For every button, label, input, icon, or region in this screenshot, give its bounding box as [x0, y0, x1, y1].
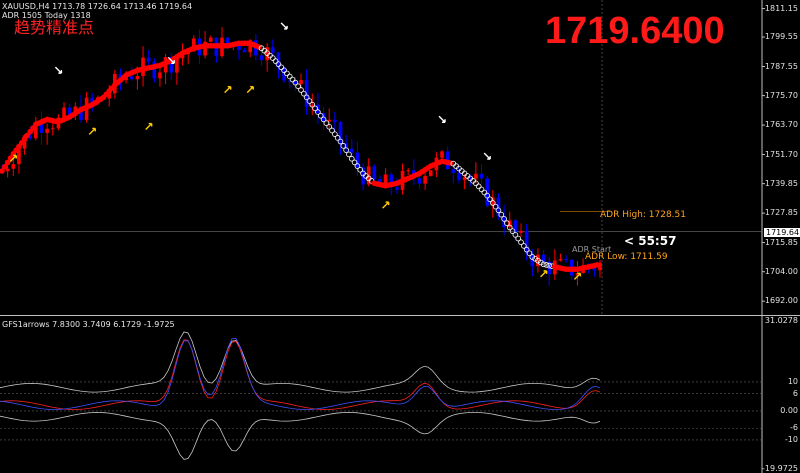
candle-body	[146, 57, 151, 62]
indicator-tick-label: 10	[787, 376, 798, 386]
candle-body	[45, 128, 49, 133]
candle-body	[440, 151, 444, 158]
candle-body	[355, 152, 360, 168]
candle-body	[558, 259, 563, 261]
candle-body	[513, 220, 518, 233]
subwindow-label: GFS1arrows 7.8300 3.7409 6.1729 -1.9725	[2, 320, 175, 329]
candle-body	[474, 173, 478, 179]
candle-body	[366, 166, 371, 185]
symbol-header: XAUUSD,H4 1713.78 1726.64 1713.46 1719.6…	[2, 2, 193, 11]
price-tick-label: 1704.00	[764, 266, 798, 276]
indicator-title: 趋势精准点	[14, 18, 95, 37]
indicator-tick-label: 6	[792, 388, 798, 398]
trend-dot-down	[478, 186, 485, 193]
oscillator-line	[0, 411, 601, 460]
price-tick-label: 1739.85	[764, 178, 798, 188]
sell-arrow-icon	[280, 22, 288, 30]
buy-arrow-icon	[540, 270, 548, 278]
sell-arrow-icon	[438, 115, 446, 123]
price-tick-label: 1775.70	[764, 90, 798, 100]
indicator-tick-label: -19.9725	[762, 463, 798, 473]
candle-body	[333, 119, 337, 123]
candle-body	[5, 168, 10, 172]
candle-body	[242, 49, 247, 53]
chart-canvas	[0, 0, 800, 473]
buy-arrow-icon	[145, 122, 153, 131]
oscillator-line	[0, 331, 601, 393]
candle-body	[524, 230, 529, 254]
sell-arrow-icon	[54, 66, 63, 74]
oscillator-line	[0, 337, 601, 410]
price-tick-label: 1811.15	[764, 3, 798, 13]
adr-start-label: ADR Start	[572, 245, 612, 254]
candle-body	[158, 72, 162, 79]
current-price-tag: 1719.64	[764, 228, 800, 237]
candle-body	[208, 37, 213, 42]
price-tick-label: 1751.70	[764, 149, 798, 159]
buy-arrow-icon	[382, 201, 390, 209]
candle-body	[50, 128, 55, 130]
chart-window: XAUUSD,H4 1713.78 1726.64 1713.46 1719.6…	[0, 0, 800, 473]
candle-body	[406, 170, 410, 172]
candle-body	[11, 164, 16, 169]
candle-body	[423, 175, 427, 184]
price-tick-label: 1763.70	[764, 120, 798, 130]
candle-body	[316, 104, 320, 114]
buy-arrow-icon	[88, 127, 96, 135]
candle-body	[270, 47, 275, 53]
indicator-tick-label: 0.00	[780, 405, 798, 415]
trend-dot-down	[346, 151, 352, 158]
price-tick-label: 1787.55	[764, 61, 798, 71]
trend-dot-down	[286, 73, 293, 80]
candle-body	[564, 259, 568, 261]
candle-body	[383, 174, 388, 184]
candle-body	[259, 55, 264, 61]
trend-dot-down	[289, 76, 296, 83]
buy-arrow-icon	[246, 85, 254, 94]
price-tick-label: 1799.55	[764, 32, 798, 42]
candle-body	[299, 79, 303, 85]
indicator-tick-label: -6	[790, 423, 798, 433]
adr-high-label: ADR High: 1728.51	[600, 210, 686, 220]
buy-arrow-icon	[224, 85, 232, 94]
indicator-tick-label: 31.0278	[764, 315, 798, 325]
oscillator-line	[0, 339, 601, 410]
big-price-display: 1719.6400	[545, 10, 725, 52]
candle-timer: < 55:57	[624, 234, 677, 248]
candle-body	[372, 166, 377, 179]
candle-body	[129, 76, 134, 80]
candle-body	[485, 178, 489, 206]
candle-body	[349, 148, 354, 153]
trend-dot-up	[594, 262, 600, 268]
sell-arrow-icon	[483, 152, 491, 160]
candle-body	[519, 230, 523, 233]
candle-body	[428, 170, 433, 176]
trend-dot-down	[475, 183, 482, 190]
candle-body	[395, 187, 399, 190]
candle-body	[135, 75, 140, 80]
indicator-tick-label: -10	[784, 434, 798, 444]
price-tick-label: 1715.85	[764, 237, 798, 247]
price-tick-label: 1692.00	[764, 296, 798, 306]
candle-body	[417, 177, 422, 184]
candle-body	[451, 169, 456, 173]
price-tick-label: 1727.85	[764, 208, 798, 218]
trend-dot-up	[255, 44, 262, 50]
candle-body	[479, 173, 484, 179]
candle-body	[457, 172, 461, 181]
